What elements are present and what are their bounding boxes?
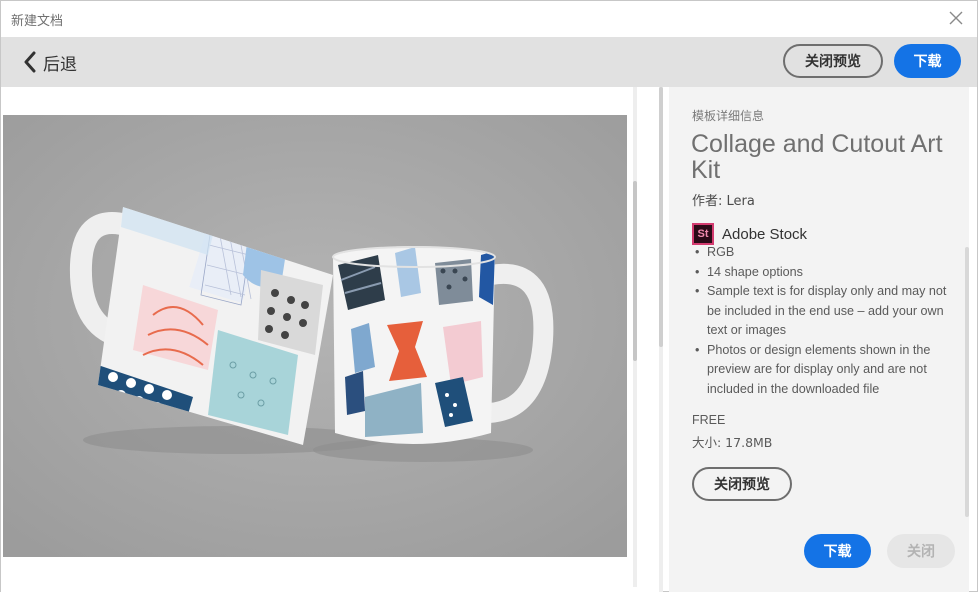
list-item: Sample text is for display only and may … [694, 282, 956, 341]
new-document-dialog: 新建文档 后退 关闭预览 下载 模板详细信息 Collage and Cutou… [0, 0, 978, 592]
back-label: 后退 [43, 54, 77, 75]
preview-toolbar: 后退 关闭预览 下载 [1, 37, 977, 87]
template-details-panel: 模板详细信息 Collage and Cutout Art Kit 作者: Le… [669, 87, 969, 592]
back-button[interactable]: 后退 [23, 49, 77, 75]
panel-close-button[interactable]: 关闭 [887, 534, 955, 568]
source-name: Adobe Stock [722, 225, 808, 243]
download-button[interactable]: 下载 [894, 44, 961, 78]
panel-download-button[interactable]: 下载 [804, 534, 871, 568]
close-window-button[interactable] [945, 7, 967, 29]
adobe-stock-icon: St [692, 223, 714, 245]
panel-divider-thumb[interactable] [659, 87, 663, 347]
template-author: 作者: Lera [692, 194, 755, 209]
list-item: Photos or design elements shown in the p… [694, 341, 956, 400]
panel-close-preview-button[interactable]: 关闭预览 [692, 467, 792, 501]
preview-area [1, 87, 663, 592]
preview-scrollbar-thumb[interactable] [633, 181, 637, 361]
chevron-left-icon [24, 51, 36, 73]
list-item: RGB [694, 243, 956, 263]
window-title: 新建文档 [11, 14, 64, 29]
file-size: 大小: 17.8MB [692, 435, 773, 450]
close-icon [949, 11, 963, 25]
details-scrollbar-thumb[interactable] [965, 247, 969, 517]
list-item: 14 shape options [694, 263, 956, 283]
close-preview-button[interactable]: 关闭预览 [783, 44, 883, 78]
template-name: Collage and Cutout Art Kit [691, 130, 943, 184]
template-preview-image [3, 115, 627, 557]
section-label: 模板详细信息 [692, 109, 765, 123]
title-bar: 新建文档 [1, 1, 977, 37]
source-row: St Adobe Stock [692, 223, 807, 245]
feature-list: RGB 14 shape options Sample text is for … [694, 243, 956, 399]
price-label: FREE [692, 413, 726, 427]
